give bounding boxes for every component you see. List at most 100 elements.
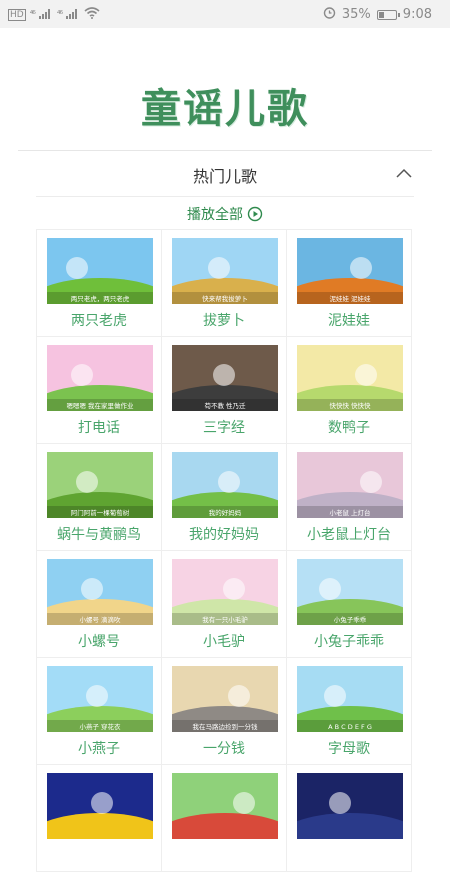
thumbnail-caption: 我的好妈妈 xyxy=(209,508,242,517)
thumbnail-caption: 小兔子乖乖 xyxy=(334,615,367,624)
song-thumbnail: 嗯嗯嗯 我在家里做作业 xyxy=(47,345,153,411)
song-title: 数鸭子 xyxy=(328,420,370,436)
cartoon-thumbnail-image: 我有一只小毛驴 xyxy=(172,559,278,625)
song-title: 小老鼠上灯台 xyxy=(307,527,391,543)
song-item[interactable]: 苟不教 性乃迁三字经 xyxy=(162,337,287,444)
thumbnail-caption: 快来帮我拔萝卜 xyxy=(202,294,248,303)
section-title: 热门儿歌 xyxy=(192,167,257,186)
cartoon-thumbnail-image: 小兔子乖乖 xyxy=(297,559,403,625)
song-thumbnail: 我有一只小毛驴 xyxy=(172,559,278,625)
cartoon-thumbnail-image: 嗯嗯嗯 我在家里做作业 xyxy=(47,345,153,411)
song-thumbnail: 小兔子乖乖 xyxy=(297,559,403,625)
song-title: 一分钱 xyxy=(203,741,245,757)
alarm-icon xyxy=(323,6,336,23)
song-title: 小兔子乖乖 xyxy=(314,634,384,650)
cartoon-thumbnail-image xyxy=(297,773,403,839)
song-title: 泥娃娃 xyxy=(328,313,370,329)
song-thumbnail xyxy=(297,773,403,839)
song-thumbnail: 小燕子 穿花衣 xyxy=(47,666,153,732)
signal-icon-1 xyxy=(38,8,53,22)
cartoon-thumbnail-image: 小螺号 滴滴吹 xyxy=(47,559,153,625)
song-item[interactable]: 快来帮我拔萝卜 拔萝卜 xyxy=(162,230,287,337)
song-thumbnail: 泥娃娃 泥娃娃 xyxy=(297,238,403,304)
thumbnail-caption: A B C D E F G xyxy=(328,723,372,731)
network-badge: HD xyxy=(8,8,26,21)
song-thumbnail: 阿门阿前一棵葡萄树 xyxy=(47,452,153,518)
song-item[interactable]: 我在马路边捡到一分钱一分钱 xyxy=(162,658,287,765)
play-all-button[interactable]: 播放全部 xyxy=(0,203,450,225)
song-title: 小燕子 xyxy=(78,741,120,757)
song-item[interactable] xyxy=(287,765,412,872)
song-thumbnail xyxy=(47,773,153,839)
cartoon-thumbnail-image: 小燕子 穿花衣 xyxy=(47,666,153,732)
song-thumbnail: 快来帮我拔萝卜 xyxy=(172,238,278,304)
cartoon-thumbnail-image: 苟不教 性乃迁 xyxy=(172,345,278,411)
thumbnail-caption: 苟不教 性乃迁 xyxy=(204,401,246,410)
song-thumbnail: 苟不教 性乃迁 xyxy=(172,345,278,411)
cartoon-thumbnail-image: 泥娃娃 泥娃娃 xyxy=(297,238,403,304)
cartoon-thumbnail-image: 快快快 快快快 xyxy=(297,345,403,411)
song-item[interactable]: A B C D E F G 字母歌 xyxy=(287,658,412,765)
song-title: 小毛驴 xyxy=(203,634,245,650)
signal-label-1: ⁴⁶ xyxy=(29,9,36,20)
chevron-up-icon xyxy=(396,168,412,178)
cartoon-thumbnail-image: 两只老虎，两只老虎 xyxy=(47,238,153,304)
cartoon-thumbnail-image: 阿门阿前一棵葡萄树 xyxy=(47,452,153,518)
song-item[interactable]: 嗯嗯嗯 我在家里做作业 打电话 xyxy=(37,337,162,444)
thumbnail-caption: 我有一只小毛驴 xyxy=(202,615,248,624)
page-title: 童谣儿歌 xyxy=(141,85,309,132)
song-item[interactable]: 小燕子 穿花衣小燕子 xyxy=(37,658,162,765)
song-thumbnail: 我在马路边捡到一分钱 xyxy=(172,666,278,732)
song-thumbnail: 快快快 快快快 xyxy=(297,345,403,411)
clock-time: 9:08 xyxy=(402,7,432,22)
collapse-button[interactable] xyxy=(394,165,414,181)
song-title: 蜗牛与黄鹂鸟 xyxy=(57,527,141,543)
song-item[interactable] xyxy=(162,765,287,872)
cartoon-thumbnail-image xyxy=(47,773,153,839)
song-title: 我的好妈妈 xyxy=(189,527,259,543)
thumbnail-caption: 阿门阿前一棵葡萄树 xyxy=(71,508,130,517)
cartoon-thumbnail-image: 我在马路边捡到一分钱 xyxy=(172,666,278,732)
song-thumbnail: 两只老虎，两只老虎 xyxy=(47,238,153,304)
wifi-icon xyxy=(84,7,100,22)
song-thumbnail: A B C D E F G xyxy=(297,666,403,732)
song-item[interactable]: 我的好妈妈 我的好妈妈 xyxy=(162,444,287,551)
song-item[interactable] xyxy=(37,765,162,872)
status-right: 35% 9:08 xyxy=(323,6,432,23)
song-thumbnail: 小老鼠 上灯台 xyxy=(297,452,403,518)
thumbnail-caption: 泥娃娃 泥娃娃 xyxy=(329,294,371,303)
signal-icon-2 xyxy=(66,8,80,22)
status-bar: HD ⁴⁶ ⁴⁶ 35% 9:08 xyxy=(0,0,450,28)
cartoon-thumbnail-image: 我的好妈妈 xyxy=(172,452,278,518)
play-circle-icon xyxy=(247,206,263,222)
play-all-label: 播放全部 xyxy=(187,207,243,223)
signal-label-2: ⁴⁶ xyxy=(56,9,63,20)
song-thumbnail: 小螺号 滴滴吹 xyxy=(47,559,153,625)
song-item[interactable]: 快快快 快快快数鸭子 xyxy=(287,337,412,444)
song-item[interactable]: 两只老虎，两只老虎 两只老虎 xyxy=(37,230,162,337)
thumbnail-caption: 两只老虎，两只老虎 xyxy=(71,294,130,303)
battery-percent: 35% xyxy=(341,7,371,22)
section-divider xyxy=(36,196,414,197)
section-header: 热门儿歌 xyxy=(0,151,450,195)
battery-fill xyxy=(378,11,385,18)
song-item[interactable]: 小螺号 滴滴吹小螺号 xyxy=(37,551,162,658)
song-item[interactable]: 阿门阿前一棵葡萄树蜗牛与黄鹂鸟 xyxy=(37,444,162,551)
song-thumbnail xyxy=(172,773,278,839)
thumbnail-caption: 小燕子 穿花衣 xyxy=(79,722,121,731)
song-title: 三字经 xyxy=(203,420,245,436)
song-item[interactable]: 小老鼠 上灯台小老鼠上灯台 xyxy=(287,444,412,551)
cartoon-thumbnail-image xyxy=(172,773,278,839)
song-thumbnail: 我的好妈妈 xyxy=(172,452,278,518)
battery-icon xyxy=(376,9,400,20)
song-item[interactable]: 小兔子乖乖 小兔子乖乖 xyxy=(287,551,412,658)
thumbnail-caption: 我在马路边捡到一分钱 xyxy=(193,722,259,731)
song-item[interactable]: 我有一只小毛驴小毛驴 xyxy=(162,551,287,658)
thumbnail-caption: 小老鼠 上灯台 xyxy=(329,508,370,517)
song-item[interactable]: 泥娃娃 泥娃娃泥娃娃 xyxy=(287,230,412,337)
cartoon-thumbnail-image: 小老鼠 上灯台 xyxy=(297,452,403,518)
status-left: HD ⁴⁶ ⁴⁶ xyxy=(8,7,100,22)
song-title: 小螺号 xyxy=(78,634,120,650)
song-grid: 两只老虎，两只老虎 两只老虎 快来帮我拔萝卜 拔萝卜泥娃娃 泥娃娃泥娃娃嗯嗯嗯 我在家… xyxy=(36,229,412,872)
thumbnail-caption: 快快快 快快快 xyxy=(329,401,371,410)
